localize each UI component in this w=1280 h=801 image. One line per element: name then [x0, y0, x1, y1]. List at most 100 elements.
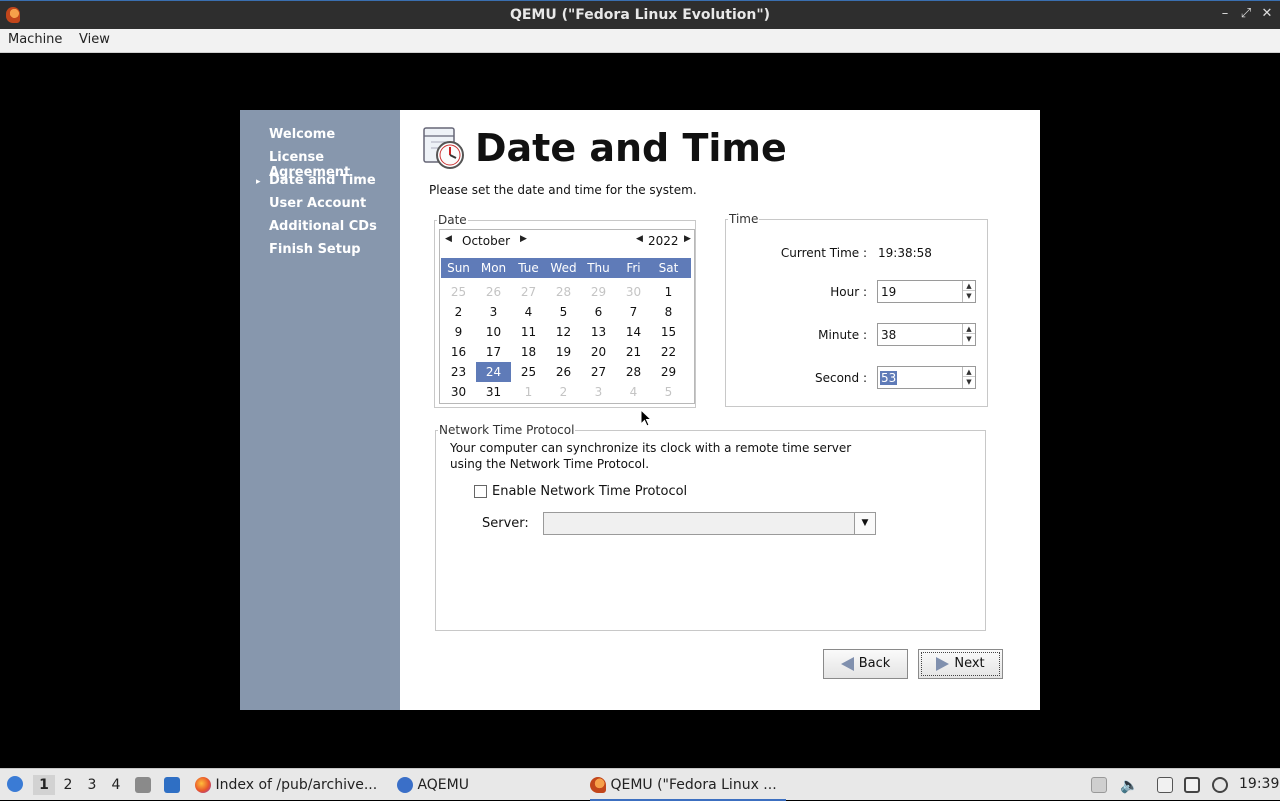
- calendar-day[interactable]: 22: [651, 342, 686, 362]
- app-menu-icon[interactable]: [7, 776, 23, 792]
- calendar-day[interactable]: 2: [546, 382, 581, 402]
- calendar-day[interactable]: 5: [546, 302, 581, 322]
- workspace-1[interactable]: 1: [33, 775, 55, 795]
- calendar-day[interactable]: 28: [616, 362, 651, 382]
- second-up-icon[interactable]: ▲: [963, 367, 975, 377]
- enable-ntp-checkbox[interactable]: [474, 485, 487, 498]
- server-combobox[interactable]: ▼: [543, 512, 876, 535]
- calendar-day[interactable]: 4: [511, 302, 546, 322]
- sidebar-item-additional-cds: Additional CDs: [269, 219, 377, 234]
- calendar-day[interactable]: 27: [581, 362, 616, 382]
- hour-spinbox[interactable]: 19 ▲ ▼: [877, 280, 976, 303]
- calendar-day[interactable]: 25: [441, 282, 476, 302]
- task-aqemu[interactable]: AQEMU: [397, 769, 469, 801]
- current-step-arrow-icon: ▸: [256, 177, 261, 187]
- workspace-2[interactable]: 2: [57, 775, 79, 795]
- calendar-day[interactable]: 1: [511, 382, 546, 402]
- next-button[interactable]: Next: [918, 649, 1003, 679]
- menu-machine[interactable]: Machine: [8, 32, 62, 47]
- calendar-day[interactable]: 9: [441, 322, 476, 342]
- date-group-legend: Date: [437, 213, 468, 227]
- menu-view[interactable]: View: [79, 32, 110, 47]
- clipboard-icon[interactable]: [1157, 777, 1173, 793]
- calendar-day[interactable]: 21: [616, 342, 651, 362]
- close-icon[interactable]: ✕: [1258, 5, 1276, 23]
- tray-up-icon[interactable]: [1091, 777, 1107, 793]
- calendar-day[interactable]: 26: [546, 362, 581, 382]
- calendar-widget[interactable]: ◀ October ▶ ◀ 2022 ▶ Sun Mon Tue Wed Thu Fri S…: [439, 229, 695, 404]
- calendar-day[interactable]: 4: [616, 382, 651, 402]
- hour-value[interactable]: 19: [881, 285, 896, 299]
- calendar-day[interactable]: 20: [581, 342, 616, 362]
- calendar-day[interactable]: 16: [441, 342, 476, 362]
- calendar-day[interactable]: 8: [651, 302, 686, 322]
- next-month-icon[interactable]: ▶: [520, 234, 527, 244]
- task-qemu[interactable]: QEMU ("Fedora Linux ...: [590, 769, 786, 801]
- calendar-day[interactable]: 31: [476, 382, 511, 402]
- weekday-tue: Tue: [518, 261, 539, 275]
- calendar-day[interactable]: 13: [581, 322, 616, 342]
- chevron-down-icon[interactable]: ▼: [854, 513, 875, 534]
- enable-ntp-label[interactable]: Enable Network Time Protocol: [492, 484, 687, 499]
- next-arrow-icon: [936, 656, 950, 671]
- calendar-day[interactable]: 19: [546, 342, 581, 362]
- minute-spinbox[interactable]: 38 ▲ ▼: [877, 323, 976, 346]
- calendar-day[interactable]: 27: [511, 282, 546, 302]
- minute-down-icon[interactable]: ▼: [963, 334, 975, 344]
- prev-year-icon[interactable]: ◀: [636, 234, 643, 244]
- calendar-day[interactable]: 6: [581, 302, 616, 322]
- time-group-legend: Time: [728, 212, 760, 226]
- minimize-icon[interactable]: –: [1216, 5, 1234, 23]
- window-titlebar: QEMU ("Fedora Linux Evolution") – ⤢ ✕: [0, 0, 1280, 29]
- file-manager-icon[interactable]: [135, 777, 151, 793]
- calendar-day[interactable]: 7: [616, 302, 651, 322]
- calendar-day[interactable]: 3: [476, 302, 511, 322]
- workspace-3[interactable]: 3: [81, 775, 103, 795]
- volume-icon[interactable]: 🔈: [1120, 776, 1139, 794]
- minute-label: Minute :: [818, 328, 867, 342]
- next-button-label: Next: [954, 656, 985, 671]
- calendar-day[interactable]: 28: [546, 282, 581, 302]
- calendar-day[interactable]: 30: [441, 382, 476, 402]
- calendar-day[interactable]: 14: [616, 322, 651, 342]
- calendar-day[interactable]: 18: [511, 342, 546, 362]
- workspace-4[interactable]: 4: [105, 775, 127, 795]
- second-spinbox[interactable]: 53 ▲ ▼: [877, 366, 976, 389]
- ntp-description-line1: Your computer can synchronize its clock …: [450, 441, 852, 455]
- calendar-day[interactable]: 29: [651, 362, 686, 382]
- hour-up-icon[interactable]: ▲: [963, 281, 975, 291]
- calendar-day[interactable]: 5: [651, 382, 686, 402]
- calendar-day[interactable]: 23: [441, 362, 476, 382]
- calendar-day[interactable]: 30: [616, 282, 651, 302]
- hour-down-icon[interactable]: ▼: [963, 291, 975, 301]
- maximize-icon[interactable]: ⤢: [1237, 5, 1255, 23]
- back-button[interactable]: Back: [823, 649, 908, 679]
- updates-icon[interactable]: [1212, 777, 1228, 793]
- calendar-day[interactable]: 11: [511, 322, 546, 342]
- calendar-day[interactable]: 24: [476, 362, 511, 382]
- desktop-icon[interactable]: [164, 777, 180, 793]
- calendar-day[interactable]: 2: [441, 302, 476, 322]
- calendar-day[interactable]: 15: [651, 322, 686, 342]
- calendar-clock-icon: [423, 127, 464, 169]
- calendar-day[interactable]: 12: [546, 322, 581, 342]
- calendar-day[interactable]: 26: [476, 282, 511, 302]
- minute-value[interactable]: 38: [881, 328, 896, 342]
- calendar-day[interactable]: 1: [651, 282, 686, 302]
- prev-month-icon[interactable]: ◀: [445, 234, 452, 244]
- task-firefox[interactable]: Index of /pub/archive...: [195, 769, 377, 801]
- window-title: QEMU ("Fedora Linux Evolution"): [509, 7, 771, 23]
- calendar-day[interactable]: 3: [581, 382, 616, 402]
- guest-display[interactable]: Welcome License Agreement ▸ Date and Tim…: [240, 110, 1040, 710]
- next-year-icon[interactable]: ▶: [684, 234, 691, 244]
- second-down-icon[interactable]: ▼: [963, 377, 975, 387]
- minute-up-icon[interactable]: ▲: [963, 324, 975, 334]
- calendar-day[interactable]: 25: [511, 362, 546, 382]
- calendar-day[interactable]: 17: [476, 342, 511, 362]
- calendar-day[interactable]: 29: [581, 282, 616, 302]
- calendar-month: October: [462, 234, 511, 248]
- second-value[interactable]: 53: [880, 371, 898, 385]
- calendar-day[interactable]: 10: [476, 322, 511, 342]
- network-icon[interactable]: [1184, 777, 1200, 793]
- sidebar-item-date-time: Date and Time: [269, 173, 376, 188]
